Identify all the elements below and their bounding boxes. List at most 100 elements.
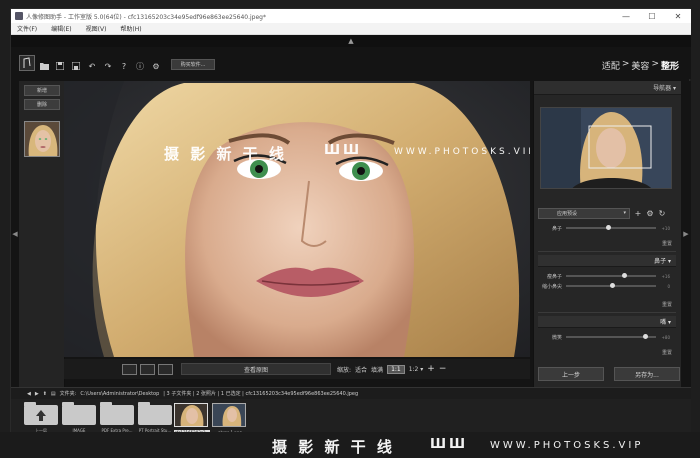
portrait-photo (64, 81, 530, 357)
split-view-button[interactable] (140, 363, 155, 375)
add-button[interactable]: 新增 (24, 85, 60, 96)
maximize-button[interactable]: ☐ (639, 9, 665, 23)
watermark-text: 摄 影 新 干 线 (272, 438, 395, 456)
title-bar: 人像修图助手 - 工作室版 5.0(64位) - cfc13165203c34e… (11, 9, 691, 23)
nose-slider-0: 瘦鼻子 +16 (538, 271, 676, 281)
view-toolbar: 查看原图 缩放: 适合 填满 1:1 1:2 ▾ + − (64, 359, 530, 379)
back-arrow-icon[interactable]: ◀ (27, 391, 31, 397)
zoom-1-1-button[interactable]: 1:1 (387, 364, 405, 374)
adjustments-scroll-area[interactable]: 鼻子 +10 重置 鼻子 ▾ 瘦鼻子 +16 缩小鼻尖 0 重置 嘴 ▾ 微笑 (534, 223, 682, 363)
zoom-fill-button[interactable]: 填满 (371, 365, 383, 374)
divider (538, 312, 676, 313)
slider-value: 0 (667, 283, 670, 289)
nose-section-header[interactable]: 鼻子 ▾ (538, 255, 676, 267)
add-preset-icon[interactable]: + (634, 209, 642, 218)
menu-help[interactable]: 帮助(H) (120, 24, 141, 33)
chevron-left-icon[interactable]: ◀ (12, 230, 17, 238)
view-original-button[interactable]: 查看原图 (181, 363, 331, 375)
folder-icon (62, 402, 96, 425)
zoom-in-button[interactable]: + (427, 364, 435, 374)
slider-row: 鼻子 +10 (538, 223, 676, 233)
menu-edit[interactable]: 编辑(E) (51, 24, 71, 33)
zoom-out-button[interactable]: − (439, 364, 447, 374)
settings-icon[interactable]: ⚙ (151, 61, 161, 71)
undo-icon[interactable]: ↶ (87, 61, 97, 71)
preset-dropdown[interactable]: 应用预设 ▾ (538, 207, 630, 219)
preset-settings-icon[interactable]: ⚙ (646, 209, 654, 218)
mode-breadcrumb: 适配 > 美容 > 整形 (602, 59, 679, 72)
slider-value: +16 (661, 273, 670, 279)
slider-value: +80 (661, 334, 670, 340)
collapse-left-handle[interactable]: ◀ (11, 81, 19, 387)
slider-label: 缩小鼻尖 (541, 283, 562, 290)
save-as-icon[interactable] (71, 61, 81, 71)
reset-button[interactable]: 重置 (662, 240, 672, 247)
reset-button[interactable]: 重置 (662, 301, 672, 308)
photo-thumbnail (174, 403, 208, 427)
collapse-right-handle[interactable]: ▶ (681, 81, 691, 387)
mode-beauty[interactable]: 美容 (631, 59, 649, 72)
chevron-up-icon[interactable]: ▲ (348, 37, 353, 45)
watermark-logo: ШШ (430, 437, 469, 452)
close-button[interactable]: ✕ (665, 9, 691, 23)
mode-shape[interactable]: 整形 (661, 59, 679, 72)
slider-knob[interactable] (606, 225, 611, 230)
minimize-button[interactable]: — (613, 9, 639, 23)
folder-icon (100, 402, 134, 425)
watermark-url: WWW.PHOTOSKS.VIP (394, 147, 530, 157)
navigator-preview[interactable] (540, 107, 672, 189)
slider-knob[interactable] (622, 273, 627, 278)
slider-track[interactable] (566, 225, 656, 230)
left-panel: 新增 删除 (19, 81, 65, 387)
info-icon[interactable]: ⓘ (135, 61, 145, 71)
menu-file[interactable]: 文件(F) (17, 24, 37, 33)
image-thumbnail[interactable] (24, 121, 60, 157)
slider-track[interactable] (566, 283, 656, 288)
menu-view[interactable]: 视图(V) (86, 24, 107, 33)
help-icon[interactable]: ? (119, 61, 129, 71)
mouth-slider-0: 微笑 +80 (538, 332, 676, 342)
redo-icon[interactable]: ↷ (103, 61, 113, 71)
reset-button[interactable]: 重置 (662, 349, 672, 356)
navigator-header[interactable]: 导航器 ▾ (534, 81, 682, 95)
menu-bar: 文件(F) 编辑(E) 视图(V) 帮助(H) (11, 23, 691, 35)
slider-track[interactable] (566, 273, 656, 278)
main-image-canvas[interactable]: 摄 影 新 干 线 ШШ WWW.PHOTOSKS.VIP (64, 81, 530, 357)
slider-track[interactable] (566, 334, 656, 339)
delete-button[interactable]: 删除 (24, 99, 60, 110)
chevron-right-icon[interactable]: ▶ (683, 230, 688, 238)
save-as-button[interactable]: 另存为... (614, 367, 680, 381)
slider-knob[interactable] (642, 334, 648, 339)
file-path-bar: ◀ ▶ ⬆ ▤ 文件夹: C:\Users\Administrator\Desk… (11, 387, 691, 399)
collapse-top-strip[interactable]: ▲ (11, 35, 691, 47)
slider-label: 鼻子 (551, 225, 562, 232)
mouth-section-header[interactable]: 嘴 ▾ (538, 316, 676, 328)
forward-arrow-icon[interactable]: ▶ (35, 391, 39, 397)
folder-icon: ▤ (50, 390, 56, 397)
folder-icon (138, 402, 172, 425)
single-view-button[interactable] (122, 363, 137, 375)
chevron-down-icon: ▾ (623, 210, 626, 216)
folder-open-icon[interactable] (39, 61, 49, 71)
zoom-1-2-dropdown[interactable]: 1:2 ▾ (409, 366, 424, 373)
app-icon (15, 12, 23, 20)
app-logo (19, 55, 35, 71)
mode-fit[interactable]: 适配 (602, 59, 620, 72)
folder-path[interactable]: C:\Users\Administrator\Desktop (80, 391, 159, 397)
buy-software-button[interactable]: 购买软件... (171, 59, 215, 70)
slider-label: 微笑 (551, 334, 562, 341)
slider-knob[interactable] (610, 283, 616, 288)
refresh-icon[interactable]: ↻ (658, 209, 666, 218)
up-arrow-icon[interactable]: ⬆ (43, 391, 47, 397)
watermark-text: 摄 影 新 干 线 (164, 145, 287, 163)
previous-step-button[interactable]: 上一步 (538, 367, 604, 381)
folder-up-icon (24, 402, 58, 425)
zoom-fit-button[interactable]: 适合 (355, 365, 367, 374)
watermark-url: WWW.PHOTOSKS.VIP (490, 440, 644, 451)
stacked-view-button[interactable] (158, 363, 173, 375)
watermark-logo: ШШ (324, 143, 363, 158)
toolbar: ↶ ↷ ? ⓘ ⚙ 购买软件... 适配 > 美容 > 整形 (11, 47, 691, 79)
save-icon[interactable] (55, 61, 65, 71)
mode-separator: > (621, 59, 630, 69)
folder-info: | 3 子文件夹 | 2 张照片 | 1 已选定 | cfc13165203c3… (163, 391, 359, 397)
